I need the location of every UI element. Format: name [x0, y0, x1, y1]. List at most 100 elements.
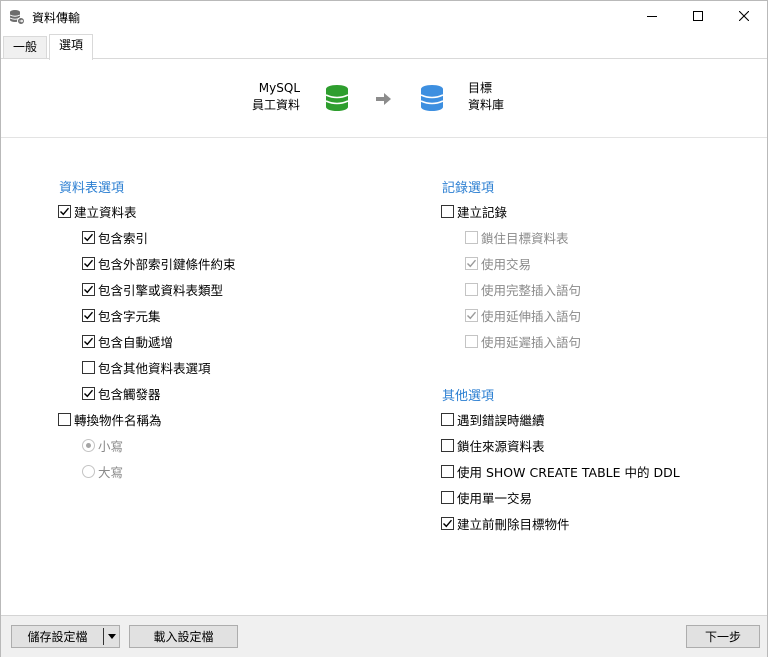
checkbox-box — [82, 334, 95, 348]
checkbox-label: 使用完整插入語句 — [481, 282, 582, 298]
target-label: 目標 資料庫 — [468, 80, 504, 114]
checkbox-label: 使用單一交易 — [457, 490, 533, 506]
include-other-table-options-checkbox[interactable]: 包含其他資料表選項 — [82, 359, 211, 376]
convert-object-names-checkbox[interactable]: 轉換物件名稱為 — [58, 411, 162, 428]
check-icon — [84, 285, 94, 293]
checkbox-label: 使用交易 — [481, 256, 532, 272]
title-bar: 資料傳輸 — [1, 1, 767, 32]
use-extended-insert-checkbox[interactable]: 使用延伸插入語句 — [465, 307, 581, 324]
save-profile-button[interactable]: 儲存設定檔 — [12, 626, 103, 647]
lock-target-tables-checkbox[interactable]: 鎖住目標資料表 — [465, 229, 569, 246]
checkbox-label: 包含外部索引鍵條件約束 — [98, 256, 236, 272]
lock-source-tables-checkbox[interactable]: 鎖住來源資料表 — [441, 437, 545, 454]
check-icon — [84, 311, 94, 319]
check-icon — [84, 389, 94, 397]
other-options-title: 其他選項 — [442, 389, 495, 404]
checkbox-label: 包含自動遞增 — [98, 334, 174, 350]
use-single-transaction-checkbox[interactable]: 使用單一交易 — [441, 489, 533, 506]
header-divider — [1, 137, 767, 138]
maximize-button[interactable] — [675, 1, 721, 31]
checkbox-box — [441, 516, 454, 530]
save-profile-dropdown[interactable] — [105, 626, 119, 647]
save-profile-split-button: 儲存設定檔 — [11, 625, 120, 648]
tab-bar: 一般 選項 — [1, 34, 767, 60]
footer-bar: 儲存設定檔 載入設定檔 下一步 — [1, 615, 767, 657]
uppercase-radio[interactable]: 大寫 — [82, 463, 124, 480]
checkbox-label: 建立記錄 — [457, 204, 508, 220]
create-tables-checkbox[interactable]: 建立資料表 — [58, 203, 137, 220]
checkbox-box — [441, 204, 454, 218]
data-transfer-window: 資料傳輸 一般 選項 MySQL 員工資料 目標 資料庫 資料表選項 建立資料表… — [0, 0, 768, 657]
include-engine-type-checkbox[interactable]: 包含引擎或資料表類型 — [82, 281, 224, 298]
use-show-create-table-ddl-checkbox[interactable]: 使用 SHOW CREATE TABLE 中的 DDL — [441, 463, 680, 480]
checkbox-box — [441, 438, 454, 452]
split-divider — [103, 628, 104, 645]
include-charset-checkbox[interactable]: 包含字元集 — [82, 307, 161, 324]
include-indexes-checkbox[interactable]: 包含索引 — [82, 229, 149, 246]
continue-on-error-checkbox[interactable]: 遇到錯誤時繼續 — [441, 411, 545, 428]
source-database-icon — [325, 85, 349, 111]
source-label: MySQL 員工資料 — [252, 80, 300, 114]
check-icon — [467, 259, 477, 267]
source-server-name: MySQL — [258, 81, 300, 95]
include-triggers-checkbox[interactable]: 包含觸發器 — [82, 385, 161, 402]
checkbox-label: 包含字元集 — [98, 308, 161, 324]
check-icon — [60, 207, 70, 215]
radio-circle — [82, 464, 95, 478]
radio-label: 大寫 — [98, 464, 124, 480]
checkbox-box — [58, 204, 71, 218]
next-button[interactable]: 下一步 — [686, 625, 760, 648]
check-icon — [84, 233, 94, 241]
checkbox-box — [465, 334, 478, 348]
create-records-checkbox[interactable]: 建立記錄 — [441, 203, 508, 220]
checkbox-label: 使用 SHOW CREATE TABLE 中的 DDL — [457, 464, 680, 480]
maximize-icon — [693, 11, 703, 21]
table-options-title: 資料表選項 — [59, 181, 125, 196]
checkbox-box — [82, 256, 95, 270]
check-icon — [84, 259, 94, 267]
use-delayed-insert-checkbox[interactable]: 使用延遲插入語句 — [465, 333, 582, 350]
checkbox-label: 包含引擎或資料表類型 — [98, 282, 224, 298]
use-complete-insert-checkbox[interactable]: 使用完整插入語句 — [465, 281, 582, 298]
close-button[interactable] — [721, 1, 767, 31]
checkbox-label: 包含觸發器 — [98, 386, 161, 402]
checkbox-box — [441, 412, 454, 426]
transfer-header: MySQL 員工資料 目標 資料庫 — [1, 59, 767, 137]
checkbox-label: 使用延遲插入語句 — [481, 334, 582, 350]
checkbox-label: 鎖住來源資料表 — [457, 438, 545, 454]
tab-options[interactable]: 選項 — [49, 34, 94, 60]
check-icon — [443, 519, 453, 527]
radio-label: 小寫 — [98, 438, 124, 454]
checkbox-label: 鎖住目標資料表 — [481, 230, 569, 246]
target-database-name: 資料庫 — [468, 98, 505, 112]
load-profile-button[interactable]: 載入設定檔 — [129, 625, 238, 648]
use-transaction-checkbox[interactable]: 使用交易 — [465, 255, 532, 272]
checkbox-label: 轉換物件名稱為 — [74, 412, 162, 428]
checkbox-box — [465, 282, 478, 296]
drop-target-objects-checkbox[interactable]: 建立前刪除目標物件 — [441, 515, 570, 532]
checkbox-box — [441, 464, 454, 478]
checkbox-label: 建立資料表 — [74, 204, 137, 220]
include-auto-increment-checkbox[interactable]: 包含自動遞增 — [82, 333, 174, 350]
close-icon — [739, 11, 749, 21]
checkbox-box — [465, 230, 478, 244]
checkbox-label: 包含索引 — [98, 230, 149, 246]
check-icon — [84, 337, 94, 345]
record-options-title: 記錄選項 — [442, 181, 495, 196]
target-connection-name: 目標 — [468, 81, 493, 95]
radio-dot — [86, 442, 91, 448]
minimize-icon — [647, 16, 657, 17]
tab-general[interactable]: 一般 — [3, 36, 48, 59]
source-database-name: 員工資料 — [251, 98, 300, 112]
checkbox-box — [82, 360, 95, 374]
lowercase-radio[interactable]: 小寫 — [82, 437, 124, 454]
checkbox-box — [82, 230, 95, 244]
minimize-button[interactable] — [629, 1, 675, 31]
check-icon — [467, 311, 477, 319]
checkbox-label: 建立前刪除目標物件 — [457, 516, 570, 532]
checkbox-box — [465, 308, 478, 322]
checkbox-box — [82, 386, 95, 400]
include-foreign-keys-checkbox[interactable]: 包含外部索引鍵條件約束 — [82, 255, 236, 272]
checkbox-box — [465, 256, 478, 270]
window-title: 資料傳輸 — [32, 11, 81, 25]
